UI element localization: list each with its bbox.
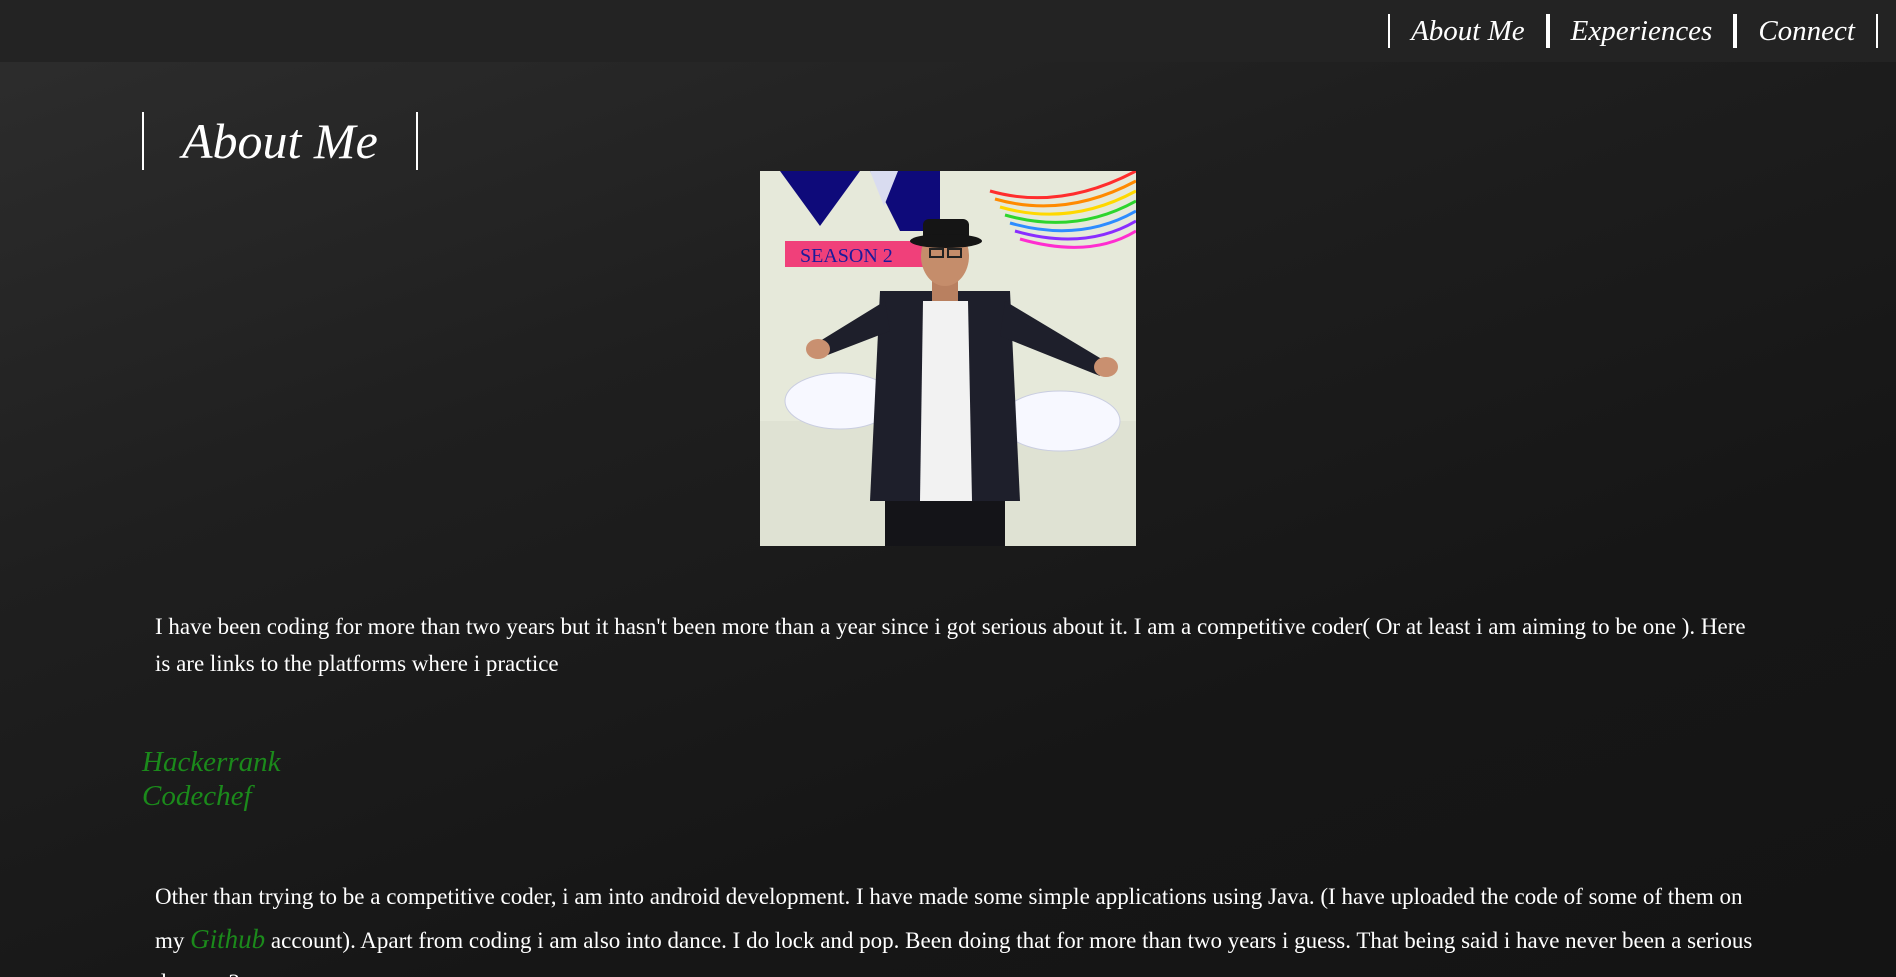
main-nav: About Me Experiences Connect — [1388, 14, 1878, 48]
banner-text: SEASON 2 — [800, 245, 893, 267]
profile-photo-illustration: SEASON 2 — [760, 171, 1136, 546]
nav-link-connect[interactable]: Connect — [1737, 14, 1876, 48]
page-title: About Me — [182, 113, 378, 169]
section-heading: About Me — [142, 112, 418, 170]
person-shirt — [920, 301, 972, 501]
page: About Me Experiences Connect About Me SE… — [0, 0, 1896, 977]
profile-photo: SEASON 2 — [760, 171, 1136, 546]
github-link[interactable]: Github — [190, 924, 265, 954]
nav-link-experiences[interactable]: Experiences — [1550, 14, 1734, 48]
top-navbar: About Me Experiences Connect — [0, 0, 1896, 62]
intro-paragraph: I have been coding for more than two yea… — [155, 614, 1746, 676]
nav-link-about-me[interactable]: About Me — [1390, 14, 1546, 48]
nav-divider — [1876, 14, 1878, 48]
hackerrank-link[interactable]: Hackerrank — [142, 745, 281, 779]
codechef-link[interactable]: Codechef — [142, 779, 281, 813]
heading-right-bar — [415, 112, 418, 170]
platform-links: Hackerrank Codechef — [142, 745, 281, 813]
dev-paragraph: Other than trying to be a competitive co… — [155, 876, 1755, 977]
dev-paragraph-text-end: account). Apart from coding i am also in… — [155, 928, 1753, 977]
